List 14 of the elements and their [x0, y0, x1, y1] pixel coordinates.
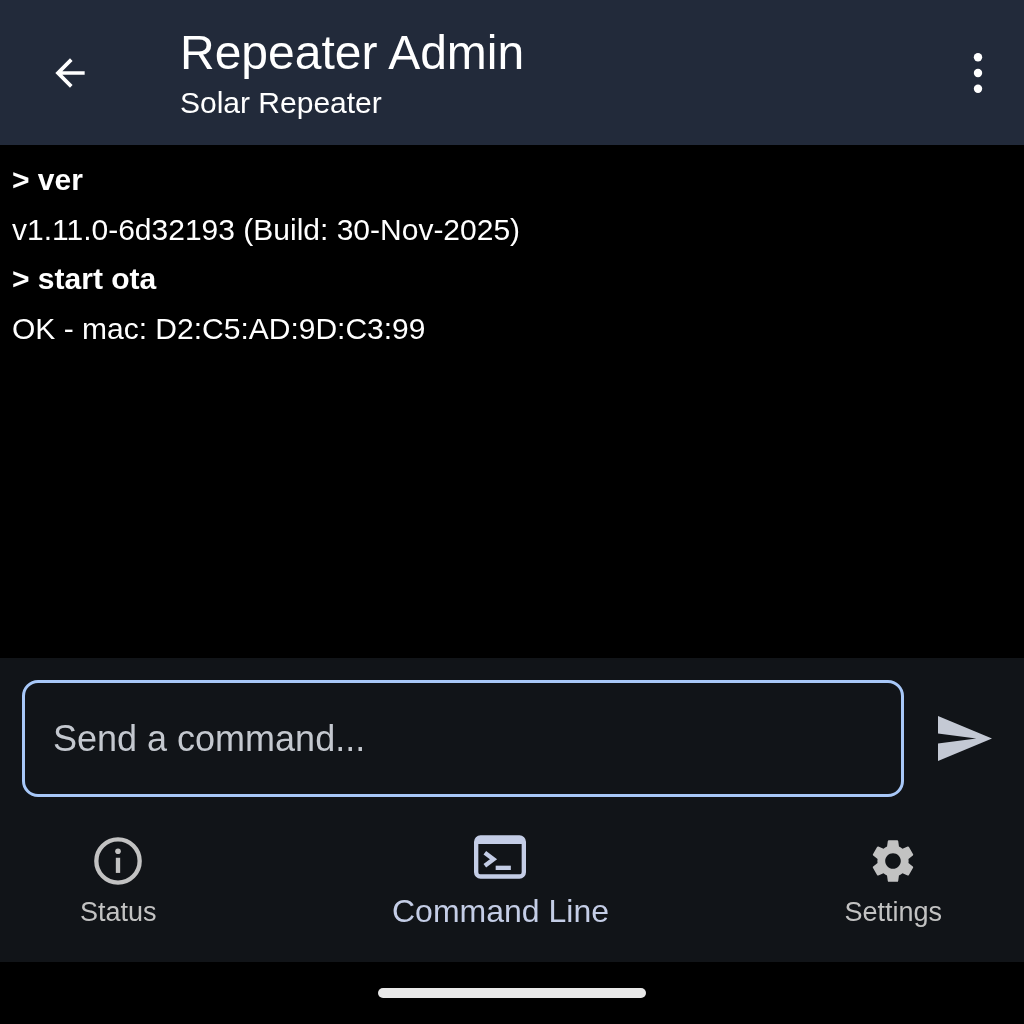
info-icon — [92, 835, 145, 887]
more-options-icon[interactable] — [972, 51, 984, 94]
nav-tab[interactable]: Status — [80, 835, 157, 930]
command-echo: > ver — [12, 162, 84, 198]
screen-subtitle: Solar Repeater — [180, 84, 383, 121]
command-echo: > start ota — [12, 261, 158, 297]
nav-tab[interactable]: Command Line — [392, 835, 609, 930]
command-output: OK - mac: D2:C5:AD:9D:C3:99 — [12, 310, 427, 347]
nav-tab[interactable]: Settings — [844, 835, 942, 930]
screen-title: Repeater Admin — [180, 24, 526, 81]
send-icon[interactable] — [938, 716, 992, 761]
command-input-field[interactable]: Send a command... — [22, 680, 904, 797]
command-output: v1.11.0-6d32193 (Build: 30-Nov-2025) — [12, 211, 522, 248]
terminal-icon — [474, 835, 527, 879]
